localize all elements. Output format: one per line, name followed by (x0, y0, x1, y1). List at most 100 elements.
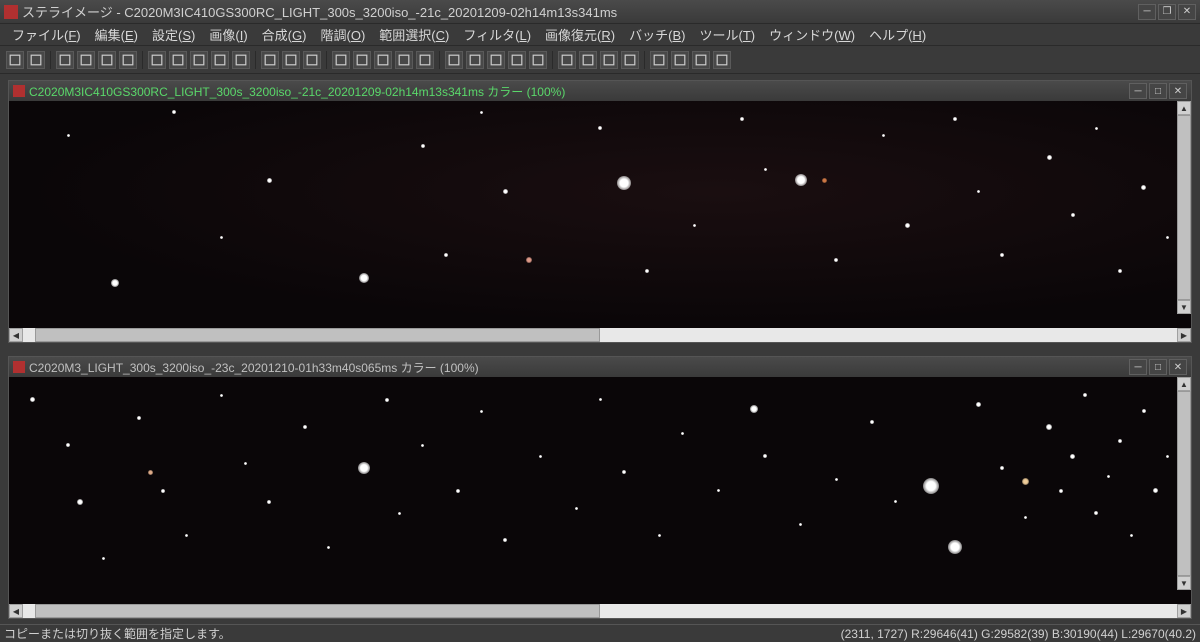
rect-icon (448, 54, 460, 66)
scroll-thumb[interactable] (1177, 115, 1191, 300)
grid-c-icon (377, 54, 389, 66)
fit-icon (603, 54, 615, 66)
scroll-track[interactable] (23, 604, 1177, 618)
tool-save-button[interactable] (27, 51, 45, 69)
menu-画像復元[interactable]: 画像復元(R) (539, 23, 621, 46)
faves-icon (398, 54, 410, 66)
tool-rect-button[interactable] (445, 51, 463, 69)
toolbar-separator (50, 51, 51, 69)
child-close-button[interactable]: ✕ (1169, 359, 1187, 375)
tool-adjust-button[interactable] (261, 51, 279, 69)
scroll-thumb[interactable] (1177, 391, 1191, 576)
vertical-scrollbar[interactable]: ▲ ▼ (1177, 101, 1191, 314)
tool-info-button[interactable] (148, 51, 166, 69)
tool-grid-b-button[interactable] (353, 51, 371, 69)
tool-grid-a-button[interactable] (332, 51, 350, 69)
menu-編集[interactable]: 編集(E) (89, 23, 144, 46)
horizontal-scrollbar[interactable]: ◀ ▶ (9, 328, 1191, 342)
tool-selrect-button[interactable] (650, 51, 668, 69)
tool-fit-button[interactable] (600, 51, 618, 69)
tool-zoom-in-button[interactable] (558, 51, 576, 69)
contrast-icon (306, 54, 318, 66)
window-title: ステライメージ - C2020M3IC410GS300RC_LIGHT_300s… (22, 2, 1138, 21)
scroll-left-button[interactable]: ◀ (9, 328, 23, 342)
minimize-button[interactable]: ─ (1138, 4, 1156, 20)
app-icon (4, 5, 18, 19)
tool-cols-button[interactable] (466, 51, 484, 69)
tool-rotcw-button[interactable] (529, 51, 547, 69)
tool-bayer-button[interactable] (169, 51, 187, 69)
child-titlebar[interactable]: C2020M3_LIGHT_300s_3200iso_-23c_20201210… (9, 357, 1191, 377)
maximize-button[interactable]: ❐ (1158, 4, 1176, 20)
child-close-button[interactable]: ✕ (1169, 83, 1187, 99)
menu-階調[interactable]: 階調(O) (314, 23, 371, 46)
scroll-thumb[interactable] (35, 328, 600, 342)
tool-hand-button[interactable] (621, 51, 639, 69)
child-minimize-button[interactable]: ─ (1129, 83, 1147, 99)
rotccw-icon (511, 54, 523, 66)
cross-icon (235, 54, 247, 66)
tool-levels-button[interactable] (77, 51, 95, 69)
scroll-right-button[interactable]: ▶ (1177, 604, 1191, 618)
tool-grid-c-button[interactable] (374, 51, 392, 69)
scroll-up-button[interactable]: ▲ (1177, 101, 1191, 115)
menu-範囲選択[interactable]: 範囲選択(C) (373, 23, 455, 46)
tool-zoom-out-button[interactable] (579, 51, 597, 69)
toolbar (0, 46, 1200, 74)
menu-ウィンドウ[interactable]: ウィンドウ(W) (763, 23, 861, 46)
rotcw-icon (532, 54, 544, 66)
image-viewport[interactable]: ▲ ▼ (9, 101, 1191, 328)
adjust-icon (264, 54, 276, 66)
open-icon (9, 54, 21, 66)
scroll-right-button[interactable]: ▶ (1177, 328, 1191, 342)
scroll-thumb[interactable] (35, 604, 600, 618)
tool-magic-button[interactable] (713, 51, 731, 69)
menu-フィルタ[interactable]: フィルタ(L) (457, 23, 537, 46)
scroll-track[interactable] (1177, 391, 1191, 576)
scroll-down-button[interactable]: ▼ (1177, 300, 1191, 314)
tool-stack-button[interactable] (190, 51, 208, 69)
scroll-down-button[interactable]: ▼ (1177, 576, 1191, 590)
menu-合成[interactable]: 合成(G) (256, 23, 313, 46)
horizontal-scrollbar[interactable]: ◀ ▶ (9, 604, 1191, 618)
vertical-scrollbar[interactable]: ▲ ▼ (1177, 377, 1191, 590)
tool-star-button[interactable] (416, 51, 434, 69)
tool-histogram-button[interactable] (56, 51, 74, 69)
child-maximize-button[interactable]: □ (1149, 83, 1167, 99)
menu-バッチ[interactable]: バッチ(B) (623, 23, 691, 46)
tool-curves-button[interactable] (98, 51, 116, 69)
tool-crop-button[interactable] (282, 51, 300, 69)
scroll-track[interactable] (1177, 115, 1191, 300)
close-button[interactable]: ✕ (1178, 4, 1196, 20)
tool-contrast-button[interactable] (303, 51, 321, 69)
grid-b-icon (356, 54, 368, 66)
child-title: C2020M3IC410GS300RC_LIGHT_300s_3200iso_-… (29, 83, 1129, 100)
tool-faves-button[interactable] (395, 51, 413, 69)
image-viewport[interactable]: ▲ ▼ (9, 377, 1191, 604)
tool-cross-button[interactable] (232, 51, 250, 69)
tool-selfree-button[interactable] (671, 51, 689, 69)
menu-画像[interactable]: 画像(I) (203, 23, 253, 46)
toolbar-separator (255, 51, 256, 69)
tool-copy-button[interactable] (119, 51, 137, 69)
child-title: C2020M3_LIGHT_300s_3200iso_-23c_20201210… (29, 359, 1129, 376)
scroll-left-button[interactable]: ◀ (9, 604, 23, 618)
child-titlebar[interactable]: C2020M3IC410GS300RC_LIGHT_300s_3200iso_-… (9, 81, 1191, 101)
tool-color-button[interactable] (692, 51, 710, 69)
tool-rows-button[interactable] (487, 51, 505, 69)
child-maximize-button[interactable]: □ (1149, 359, 1167, 375)
menu-設定[interactable]: 設定(S) (146, 23, 201, 46)
tool-register-button[interactable] (211, 51, 229, 69)
curves-icon (101, 54, 113, 66)
image-window-active[interactable]: C2020M3IC410GS300RC_LIGHT_300s_3200iso_-… (8, 80, 1192, 343)
image-window[interactable]: C2020M3_LIGHT_300s_3200iso_-23c_20201210… (8, 356, 1192, 619)
child-minimize-button[interactable]: ─ (1129, 359, 1147, 375)
menu-ヘルプ[interactable]: ヘルプ(H) (863, 23, 932, 46)
tool-open-button[interactable] (6, 51, 24, 69)
menu-ファイル[interactable]: ファイル(F) (6, 23, 87, 46)
scroll-track[interactable] (23, 328, 1177, 342)
toolbar-separator (326, 51, 327, 69)
scroll-up-button[interactable]: ▲ (1177, 377, 1191, 391)
menu-ツール[interactable]: ツール(T) (693, 23, 761, 46)
tool-rotccw-button[interactable] (508, 51, 526, 69)
